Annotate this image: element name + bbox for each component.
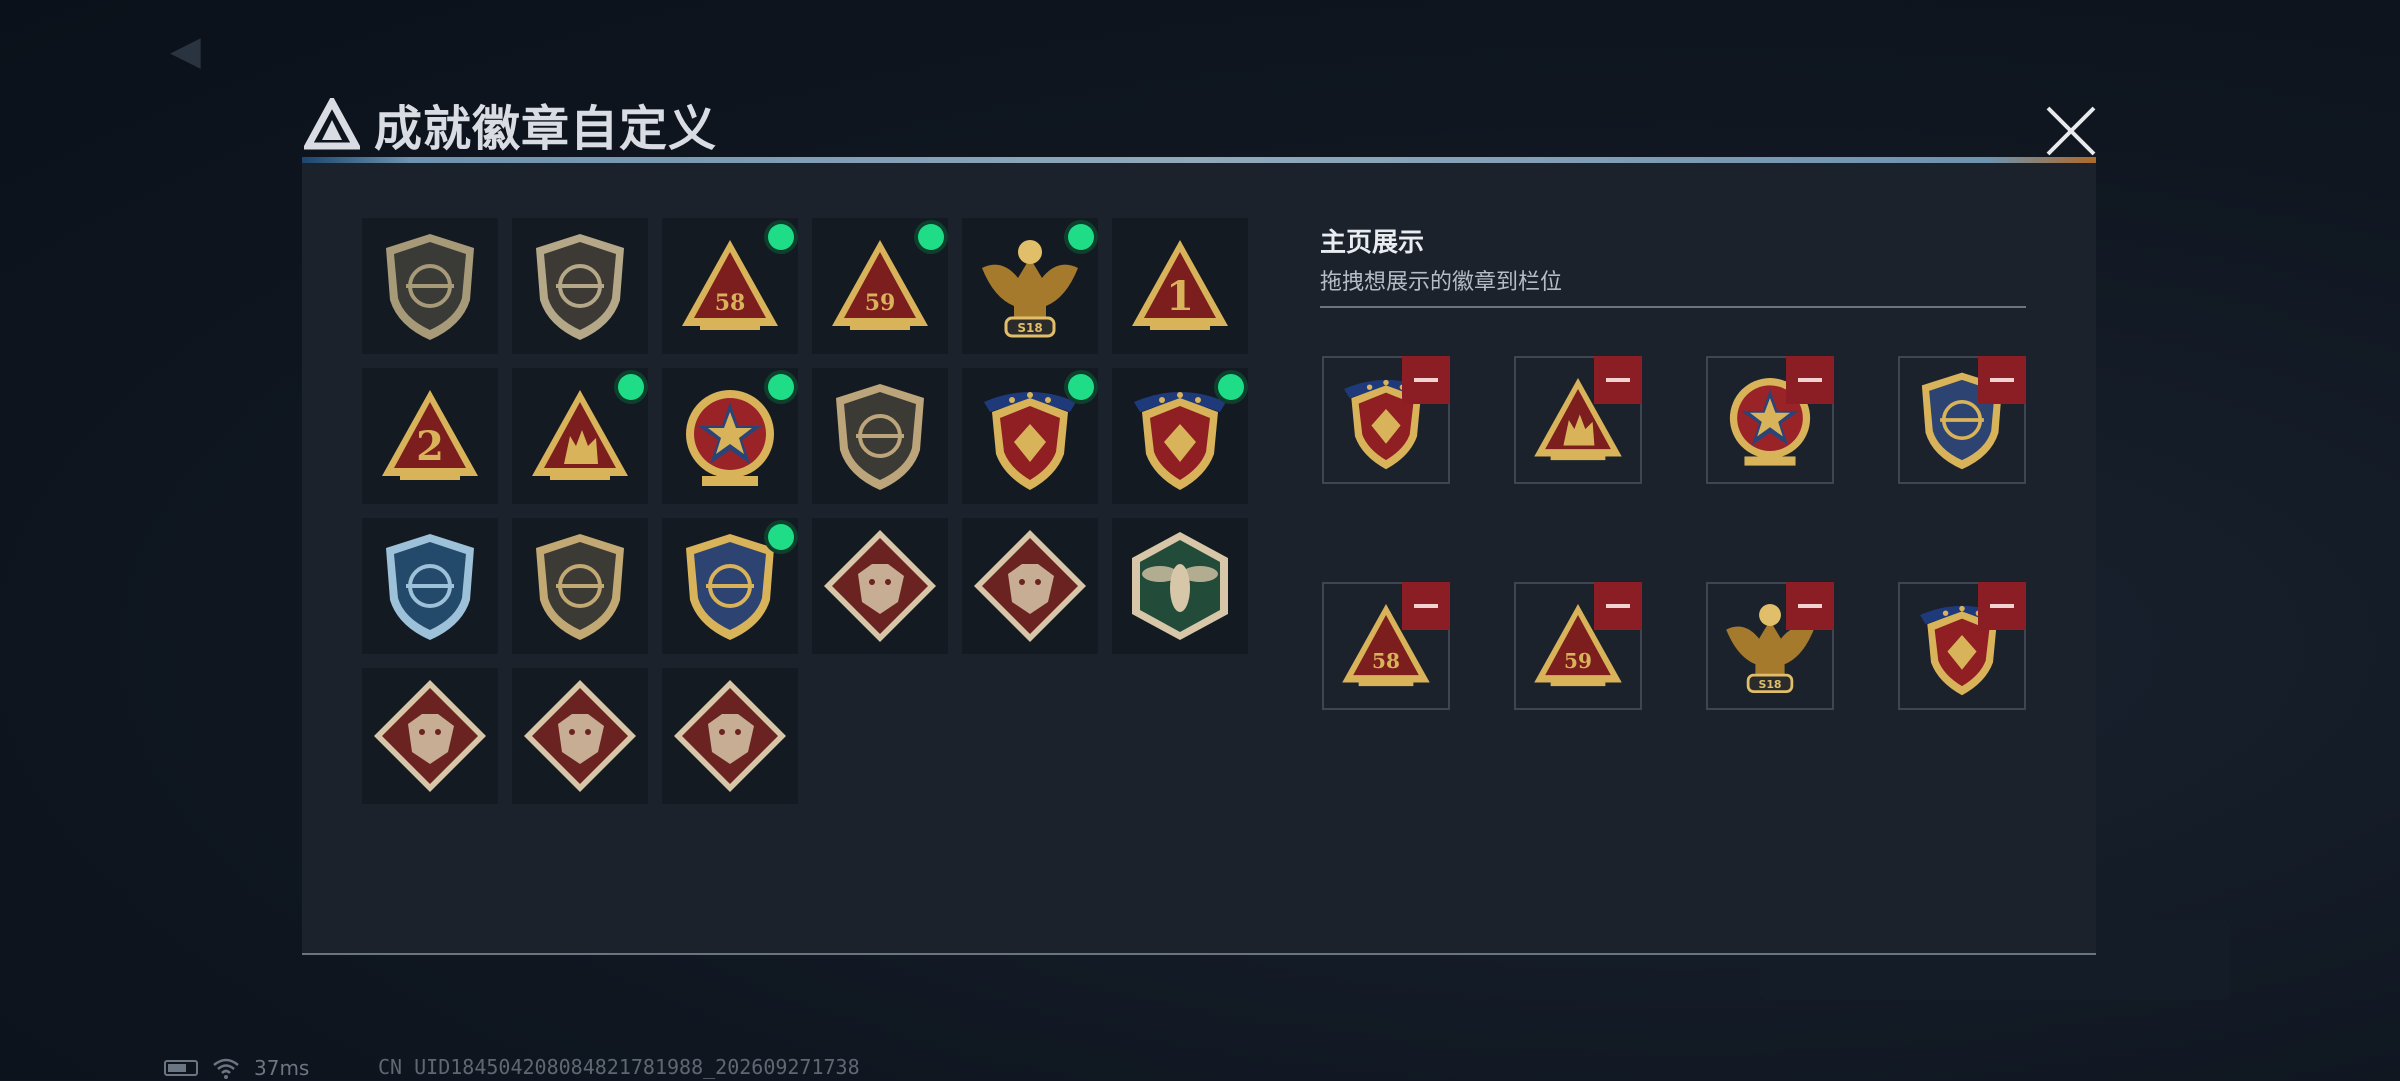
badge-cell[interactable]: [662, 668, 798, 804]
minus-icon: [1414, 604, 1438, 608]
remove-badge-button[interactable]: [1402, 582, 1450, 630]
new-badge-indicator: [618, 374, 644, 400]
badge-cell[interactable]: [962, 368, 1098, 504]
showcase-divider: [1320, 306, 2026, 308]
badge-cell[interactable]: [362, 218, 498, 354]
showcase-slot[interactable]: [1706, 356, 1834, 484]
badge-cell[interactable]: [1112, 518, 1248, 654]
close-icon[interactable]: [2040, 100, 2102, 162]
showcase-slot[interactable]: [1514, 356, 1642, 484]
badge-cell[interactable]: 59: [812, 218, 948, 354]
new-badge-indicator: [1218, 374, 1244, 400]
badge-cell[interactable]: [362, 518, 498, 654]
battery-icon: [164, 1060, 198, 1076]
delta-logo-icon: [304, 98, 360, 150]
showcase-slot[interactable]: [1898, 582, 2026, 710]
rifle-shield-icon: [512, 518, 648, 654]
new-badge-indicator: [768, 224, 794, 250]
badge-cell[interactable]: [512, 668, 648, 804]
crosshair-rifle-shield-icon: [362, 518, 498, 654]
showcase-slot[interactable]: S18: [1706, 582, 1834, 710]
badge-cell[interactable]: [362, 668, 498, 804]
remove-badge-button[interactable]: [1594, 582, 1642, 630]
new-badge-indicator: [768, 374, 794, 400]
svg-text:S18: S18: [1017, 321, 1042, 335]
helicopter-shield-icon: [512, 218, 648, 354]
svg-text:58: 58: [715, 290, 746, 316]
showcase-slot[interactable]: [1898, 356, 2026, 484]
wifi-icon: [213, 1058, 239, 1079]
svg-text:2: 2: [416, 423, 444, 470]
remove-badge-button[interactable]: [1786, 356, 1834, 404]
badge-cell[interactable]: 1: [1112, 218, 1248, 354]
shield-delta-icon: [362, 218, 498, 354]
badge-cell[interactable]: 2: [362, 368, 498, 504]
minus-icon: [1414, 378, 1438, 382]
badge-cell[interactable]: [512, 518, 648, 654]
badge-cell[interactable]: [662, 368, 798, 504]
dragon-diamond-badge-alt-icon: [512, 668, 648, 804]
minus-icon: [1606, 378, 1630, 382]
showcase-subtitle: 拖拽想展示的徽章到栏位: [1320, 270, 1563, 295]
showcase-slot[interactable]: 59: [1514, 582, 1642, 710]
svg-text:58: 58: [1372, 649, 1400, 673]
showcase-slot[interactable]: 58: [1322, 582, 1450, 710]
modal-title: 成就徽章自定义: [304, 92, 718, 157]
badge-cell[interactable]: S18: [962, 218, 1098, 354]
triangle-2-badge-icon: 2: [362, 368, 498, 504]
minus-icon: [1606, 604, 1630, 608]
badge-cell[interactable]: [512, 368, 648, 504]
remove-badge-button[interactable]: [1786, 582, 1834, 630]
badge-cell[interactable]: [962, 518, 1098, 654]
badge-cell[interactable]: [662, 518, 798, 654]
dragon-diamond-badge-icon: [362, 668, 498, 804]
remove-badge-button[interactable]: [1978, 356, 2026, 404]
wolf-diamond-badge-alt-icon: [962, 518, 1098, 654]
svg-text:59: 59: [865, 290, 896, 316]
badge-cell[interactable]: [812, 518, 948, 654]
remove-badge-button[interactable]: [1594, 356, 1642, 404]
back-arrow-icon: ◀: [170, 28, 201, 74]
badge-cell[interactable]: [512, 218, 648, 354]
new-badge-indicator: [918, 224, 944, 250]
new-badge-indicator: [768, 524, 794, 550]
wolf-diamond-badge-icon: [812, 518, 948, 654]
ping-readout: 37ms: [254, 1056, 310, 1080]
uid-text: CN UID184504208084821781988_202609271738: [378, 1055, 860, 1079]
minus-icon: [1990, 604, 2014, 608]
runner-diamond-badge-icon: [662, 668, 798, 804]
modal-title-text: 成就徽章自定义: [374, 101, 718, 157]
badge-cell[interactable]: [1112, 368, 1248, 504]
remove-badge-button[interactable]: [1402, 356, 1450, 404]
small-shield-emblem-icon: [812, 368, 948, 504]
svg-text:S18: S18: [1758, 678, 1781, 691]
showcase-slot[interactable]: [1322, 356, 1450, 484]
minus-icon: [1798, 378, 1822, 382]
svg-text:1: 1: [1166, 273, 1194, 320]
wasp-hexagon-badge-icon: [1112, 518, 1248, 654]
new-badge-indicator: [1068, 374, 1094, 400]
status-bar: 37ms: [164, 1055, 309, 1081]
showcase-title: 主页展示: [1320, 228, 1425, 258]
badge-cell[interactable]: 58: [662, 218, 798, 354]
badge-cell[interactable]: [812, 368, 948, 504]
minus-icon: [1990, 378, 2014, 382]
new-badge-indicator: [1068, 224, 1094, 250]
remove-badge-button[interactable]: [1978, 582, 2026, 630]
minus-icon: [1798, 604, 1822, 608]
svg-text:59: 59: [1564, 649, 1592, 673]
triangle-1-badge-icon: 1: [1112, 218, 1248, 354]
